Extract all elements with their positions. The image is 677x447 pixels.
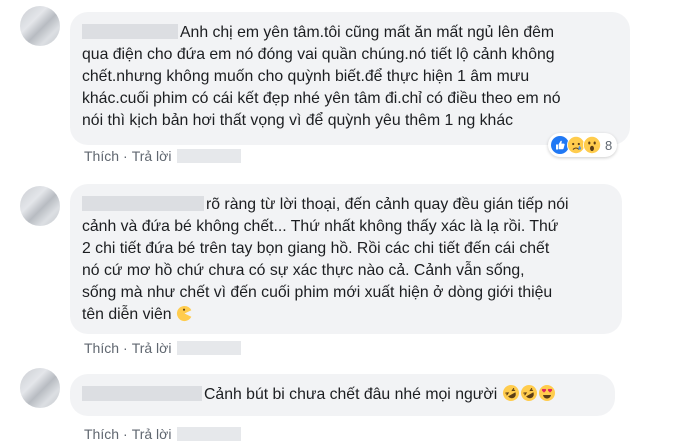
wow-reaction-icon — [583, 136, 601, 154]
comment-line: Anh chị em yên tâm.tôi cũng mất ăn mất n… — [82, 22, 630, 44]
comment-line: 2 chi tiết đứa bé trên tay bọn giang hồ.… — [82, 240, 550, 257]
comment-line: tên diễn viên — [82, 304, 622, 326]
comment-actions: Thích · Trả lời — [84, 425, 242, 443]
avatar[interactable] — [20, 6, 60, 46]
separator-dot: · — [123, 426, 128, 442]
comment-bubble: rõ ràng từ lời thoại, đến cảnh quay đều … — [70, 184, 622, 334]
comment-line: chết.nhưng không muốn cho quỳnh biết.để … — [82, 68, 530, 85]
comment-line: sống mà như chết vì đến cuối phim mới xu… — [82, 284, 553, 301]
reaction-summary[interactable]: 8 — [548, 133, 618, 157]
comment-line: cảnh và đứa bé không chết... Thứ nhất kh… — [82, 218, 559, 235]
timestamp-redacted[interactable] — [177, 427, 242, 441]
comment-line: nói thì kịch bản hơi thất vọng vì để quỳ… — [82, 112, 514, 129]
reply-link[interactable]: Trả lời — [132, 148, 172, 164]
author-name-redacted[interactable] — [82, 196, 204, 211]
rofl-emoji-icon — [502, 385, 519, 401]
timestamp-redacted[interactable] — [177, 341, 242, 355]
comment-bubble: Anh chị em yên tâm.tôi cũng mất ăn mất n… — [70, 12, 630, 145]
separator-dot: · — [123, 148, 128, 164]
separator-dot: · — [123, 340, 128, 356]
rofl-emoji-icon — [520, 385, 537, 401]
avatar[interactable] — [20, 368, 60, 408]
comment-line: nó cứ mơ hồ chứ chưa có sự xác thực nào … — [82, 262, 525, 279]
like-link[interactable]: Thích — [84, 426, 119, 442]
reply-link[interactable]: Trả lời — [132, 340, 172, 356]
comment-actions: Thích · Trả lời — [84, 339, 242, 357]
comment-bubble: Cảnh bút bi chưa chết đâu nhé mọi người — [70, 374, 615, 416]
timestamp-redacted[interactable] — [177, 149, 242, 163]
avatar[interactable] — [20, 186, 60, 226]
comment-actions: Thích · Trả lời — [84, 147, 242, 165]
comment-line: khác.cuối phim có cái kết đẹp nhé yên tâ… — [82, 90, 561, 107]
comment-line: qua điện cho đứa em nó đóng vai quần chú… — [82, 46, 555, 63]
comment-line: rõ ràng từ lời thoại, đến cảnh quay đều … — [82, 194, 622, 216]
reply-link[interactable]: Trả lời — [132, 426, 172, 442]
pacman-emoji-icon — [176, 305, 192, 322]
heart-eyes-emoji-icon — [538, 385, 555, 401]
author-name-redacted[interactable] — [82, 24, 178, 39]
like-link[interactable]: Thích — [84, 148, 119, 164]
like-link[interactable]: Thích — [84, 340, 119, 356]
author-name-redacted[interactable] — [82, 386, 202, 401]
comment-line: Cảnh bút bi chưa chết đâu nhé mọi người — [82, 384, 615, 406]
reaction-count: 8 — [605, 137, 613, 153]
